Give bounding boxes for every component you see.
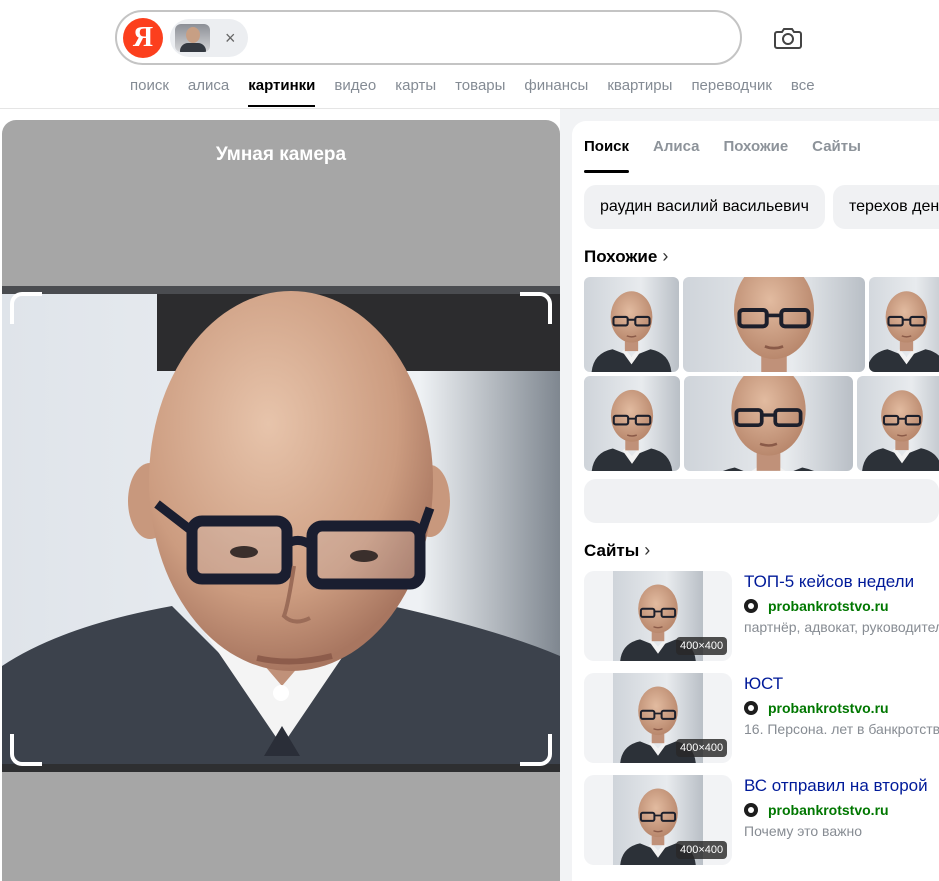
- site-description: 16. Персона. лет в банкротстве: [744, 721, 939, 737]
- image-size-badge: 400×400: [676, 637, 728, 655]
- site-result[interactable]: 400×400 ЮСТ probankrotstvo.ru 16. Персон…: [584, 673, 939, 763]
- tag-chip[interactable]: терехов денис: [832, 185, 939, 229]
- similar-image[interactable]: [684, 376, 853, 471]
- show-more-similar-button[interactable]: [584, 479, 939, 523]
- site-thumbnail-box: 400×400: [584, 775, 732, 865]
- site-title-link[interactable]: ЮСТ: [744, 674, 783, 694]
- tab-maps[interactable]: карты: [395, 77, 436, 107]
- site-description: Почему это важно: [744, 823, 863, 839]
- site-domain-text: probankrotstvo.ru: [768, 598, 889, 614]
- site-favicon-icon: [744, 701, 758, 715]
- smart-camera-title: Умная камера: [215, 144, 347, 165]
- tab-alice[interactable]: алиса: [188, 77, 229, 107]
- crop-corner-bottom-right[interactable]: [520, 734, 552, 766]
- smart-camera-panel: Умная камера: [2, 120, 560, 881]
- site-thumbnail-box: 400×400: [584, 571, 732, 661]
- crop-corner-top-right[interactable]: [520, 292, 552, 324]
- tab-images[interactable]: картинки: [248, 77, 316, 107]
- results-tab-sites[interactable]: Сайты: [812, 138, 861, 173]
- tab-all[interactable]: все: [791, 77, 815, 107]
- results-tab-alice[interactable]: Алиса: [653, 138, 699, 173]
- site-thumbnail-box: 400×400: [584, 673, 732, 763]
- site-domain[interactable]: probankrotstvo.ru: [744, 802, 889, 818]
- crop-corner-top-left[interactable]: [10, 292, 42, 324]
- close-icon[interactable]: ×: [225, 29, 236, 47]
- suggested-tags: раудин василий васильевич терехов денис: [584, 185, 939, 229]
- similar-image[interactable]: [683, 277, 865, 372]
- site-domain[interactable]: probankrotstvo.ru: [744, 700, 889, 716]
- tab-apartments[interactable]: квартиры: [607, 77, 672, 107]
- sites-section-title: Сайты: [584, 540, 640, 560]
- similar-image[interactable]: [584, 277, 679, 372]
- search-bar[interactable]: Я ×: [115, 10, 742, 65]
- site-favicon-icon: [744, 803, 758, 817]
- site-result[interactable]: 400×400 ТОП-5 кейсов недели probankrotst…: [584, 571, 939, 661]
- results-panel: Поиск Алиса Похожие Сайты раудин василий…: [572, 121, 939, 881]
- site-description: партнёр, адвокат, руководитель: [744, 619, 939, 635]
- yandex-logo[interactable]: Я: [123, 18, 163, 58]
- results-tab-similar[interactable]: Похожие: [723, 138, 788, 173]
- site-title-link[interactable]: ВС отправил на второй: [744, 776, 928, 796]
- similar-image[interactable]: [857, 376, 939, 471]
- tab-translator[interactable]: переводчик: [691, 77, 771, 107]
- chevron-right-icon: ›: [644, 540, 651, 560]
- search-type-tabs: поиск алиса картинки видео карты товары …: [130, 77, 834, 107]
- tab-video[interactable]: видео: [334, 77, 376, 107]
- chevron-right-icon: ›: [662, 246, 669, 266]
- site-title-link[interactable]: ТОП-5 кейсов недели: [744, 572, 914, 592]
- query-image-chip[interactable]: ×: [170, 19, 248, 57]
- similar-image[interactable]: [869, 277, 939, 372]
- tag-chip[interactable]: раудин василий васильевич: [584, 185, 825, 229]
- similar-section-heading[interactable]: Похожие ›: [584, 246, 668, 267]
- results-tabs: Поиск Алиса Похожие Сайты: [584, 138, 885, 173]
- site-domain-text: probankrotstvo.ru: [768, 700, 889, 716]
- tab-products[interactable]: товары: [455, 77, 505, 107]
- image-size-badge: 400×400: [676, 739, 728, 757]
- image-size-badge: 400×400: [676, 841, 728, 859]
- sites-section-heading[interactable]: Сайты ›: [584, 540, 650, 561]
- site-favicon-icon: [744, 599, 758, 613]
- site-domain-text: probankrotstvo.ru: [768, 802, 889, 818]
- similar-image[interactable]: [584, 376, 680, 471]
- site-result[interactable]: 400×400 ВС отправил на второй probankrot…: [584, 775, 939, 865]
- site-domain[interactable]: probankrotstvo.ru: [744, 598, 889, 614]
- camera-icon[interactable]: [773, 24, 803, 52]
- similar-section-title: Похожие: [584, 246, 658, 266]
- results-tab-search[interactable]: Поиск: [584, 138, 630, 173]
- crop-corner-bottom-left[interactable]: [10, 734, 42, 766]
- tab-finance[interactable]: финансы: [524, 77, 588, 107]
- query-image-thumbnail: [175, 24, 210, 52]
- tab-search[interactable]: поиск: [130, 77, 169, 107]
- focus-point[interactable]: [273, 685, 289, 701]
